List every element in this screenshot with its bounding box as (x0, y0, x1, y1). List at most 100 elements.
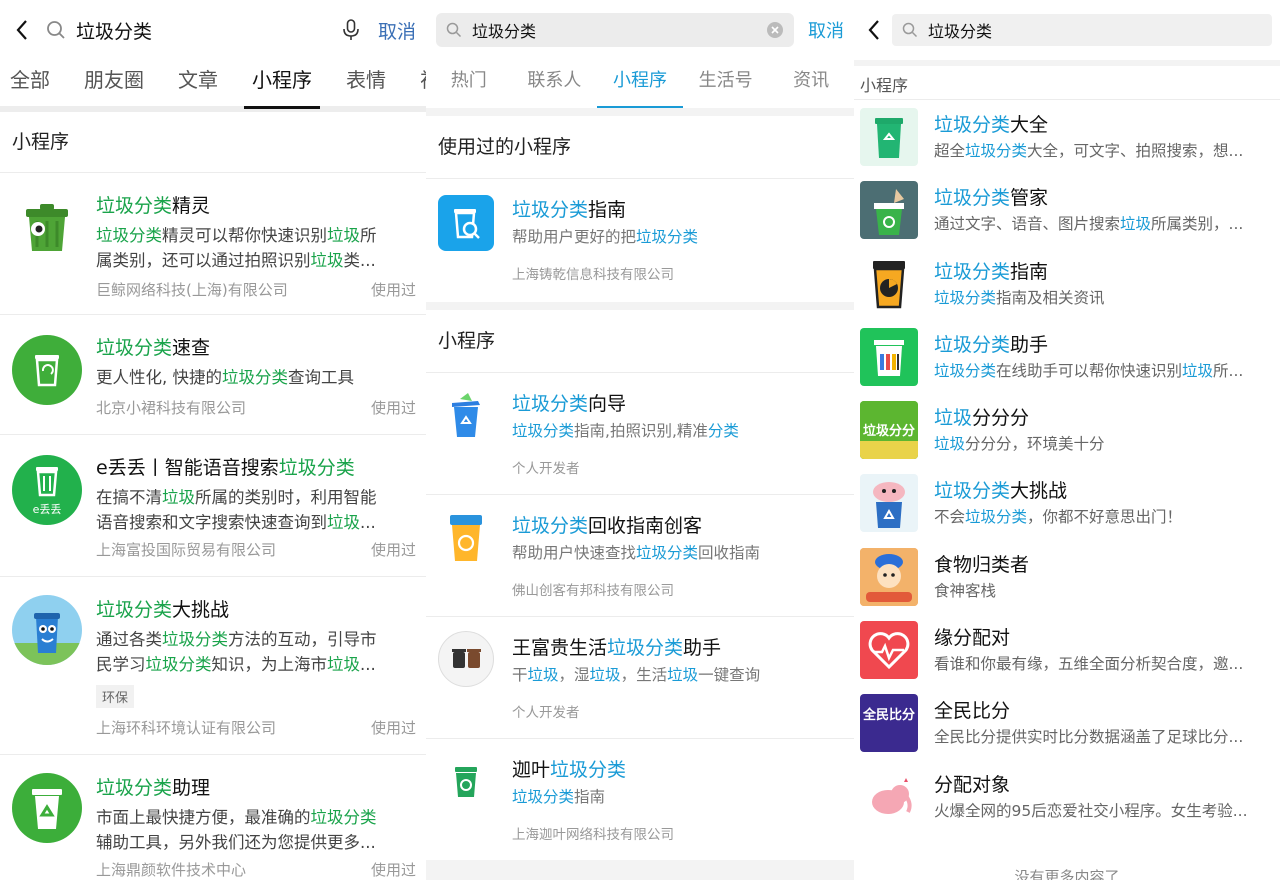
item-title: 垃圾分类管家 (934, 187, 1049, 210)
dual-bin-icon (438, 631, 494, 687)
search-query[interactable]: 垃圾分类 (76, 17, 342, 44)
list-item[interactable]: 王富贵生活垃圾分类助手 干垃圾，湿垃圾，生活垃圾一键查询 个人开发者 (426, 616, 854, 738)
tab-articles[interactable]: 文章 (178, 57, 218, 109)
search-field[interactable]: 垃圾分类 (46, 17, 360, 44)
panel-other-search: 垃圾分类 小程序 垃圾分类大全 超全垃圾分类大全，可文字、拍照搜索，想... 垃… (854, 0, 1280, 880)
item-company: 上海铸乾信息科技有限公司 (512, 267, 674, 283)
item-title: 垃圾分类回收指南创客 (512, 515, 703, 537)
svg-text:e丢丢: e丢丢 (33, 503, 62, 516)
search-field[interactable]: 垃圾分类 (436, 13, 794, 47)
item-description: 垃圾分类在线助手可以帮你快速识别垃圾所... (934, 361, 1244, 380)
tab-mini-programs[interactable]: 小程序 (597, 60, 683, 108)
trash-bin-icon (12, 335, 82, 405)
item-title: 垃圾分类速查 (96, 337, 211, 359)
microphone-icon[interactable] (342, 19, 360, 41)
category-tag: 环保 (96, 685, 135, 708)
section-title: 小程序 (438, 330, 496, 352)
list-item[interactable]: 垃圾分类向导 垃圾分类指南,拍照识别,精准分类 个人开发者 (426, 372, 854, 494)
tab-contacts[interactable]: 联系人 (512, 60, 598, 108)
item-description: 全民比分提供实时比分数据涵盖了足球比分... (934, 728, 1244, 747)
item-title: 垃圾分类指南 (512, 199, 627, 221)
back-arrow-icon[interactable] (862, 18, 886, 42)
item-company: 上海富投国际贸易有限公司 (96, 541, 277, 559)
list-item[interactable]: 垃圾分类大挑战 通过各类垃圾分类方法的互动，引导市 民学习垃圾分类知识，为上海市… (0, 576, 426, 754)
clear-icon[interactable] (766, 21, 784, 39)
list-item[interactable]: 垃圾分类大全 超全垃圾分类大全，可文字、拍照搜索，想... (854, 100, 1280, 173)
list-item[interactable]: 垃圾分类精灵 垃圾分类精灵可以帮你快速识别垃圾所 属类别，还可以通过拍照识别垃圾… (0, 172, 426, 314)
sorting-bin-icon (860, 327, 918, 386)
tab-hot[interactable]: 热门 (426, 60, 512, 108)
mascot-bin-icon (12, 595, 82, 665)
svg-text:垃圾分分: 垃圾分分 (863, 423, 915, 439)
item-description: 在搞不清垃圾所属的类别时，利用智能 语音搜索和文字搜索快速查询到垃圾... (96, 488, 377, 532)
item-description: 垃圾分类指南及相关资讯 (934, 288, 1105, 307)
pig-bin-icon (860, 474, 918, 533)
item-company: 北京小裙科技有限公司 (96, 399, 247, 417)
search-icon (902, 22, 918, 38)
item-company: 上海鼎颜软件技术中心 (96, 861, 247, 879)
section-title: 使用过的小程序 (438, 136, 572, 158)
tab-mini-programs[interactable]: 小程序 (244, 57, 320, 109)
list-item[interactable]: 垃圾分类助手 垃圾分类在线助手可以帮你快速识别垃圾所... (854, 320, 1280, 393)
item-title: 垃圾分类精灵 (96, 195, 211, 217)
guide-icon (438, 195, 494, 251)
item-description: 垃圾分类精灵可以帮你快速识别垃圾所 属类别，还可以通过拍照识别垃圾类... (96, 226, 377, 270)
item-title: 垃圾分分分 (934, 407, 1030, 430)
list-item[interactable]: 垃圾分类大挑战 不会垃圾分类，你都不好意思出门！ (854, 466, 1280, 539)
recycle-bin-icon (12, 773, 82, 843)
list-item[interactable]: 垃圾分类指南 帮助用户更好的把垃圾分类 上海铸乾信息科技有限公司 (426, 178, 854, 302)
item-description: 垃圾分类指南,拍照识别,精准分类 (512, 422, 739, 440)
no-more-content: 没有更多内容了 (1014, 868, 1120, 880)
list-item[interactable]: 分配对象 火爆全网的95后恋爱社交小程序。女生考验... (854, 760, 1280, 833)
list-item[interactable]: 全民比分 全民比分 全民比分提供实时比分数据涵盖了足球比分... (854, 686, 1280, 759)
tab-moments[interactable]: 朋友圈 (84, 57, 144, 109)
item-title: 全民比分 (934, 700, 1011, 723)
list-item[interactable]: 缘分配对 看谁和你最有缘，五维全面分析契合度，邀... (854, 613, 1280, 686)
item-title: 缘分配对 (934, 627, 1011, 650)
trash-bin-icon (438, 753, 494, 809)
search-field[interactable]: 垃圾分类 (892, 14, 1272, 46)
item-company: 上海环科环境认证有限公司 (96, 719, 277, 737)
search-icon (47, 21, 65, 39)
chef-character-icon (860, 547, 918, 606)
item-title: e丢丢丨智能语音搜索垃圾分类 (96, 457, 355, 479)
back-arrow-icon[interactable] (10, 18, 34, 42)
list-item[interactable]: 垃圾分类助理 市面上最快捷方便，最准确的垃圾分类 辅助工具，另外我们还为您提供更… (0, 754, 426, 880)
trash-bin-icon (12, 191, 82, 261)
item-company: 个人开发者 (512, 705, 580, 721)
item-title: 垃圾分类大挑战 (934, 480, 1068, 503)
item-company: 佛山创客有邦科技有限公司 (512, 583, 674, 599)
recycle-bin-icon (438, 509, 494, 565)
used-section: 使用过的小程序 垃圾分类指南 帮助用户更好的把垃圾分类 上海铸乾信息科技有限公司 (426, 116, 854, 302)
trash-bin-icon (438, 387, 494, 443)
list-item[interactable]: 垃圾分类速查 更人性化, 快捷的垃圾分类查询工具 北京小裙科技有限公司 使用过 (0, 314, 426, 434)
game-logo-icon: 垃圾分分 (860, 401, 918, 460)
list-item[interactable]: 食物归类者 食神客栈 (854, 540, 1280, 613)
cancel-button[interactable]: 取消 (378, 17, 416, 44)
list-item[interactable]: 垃圾分分 垃圾分分分 垃圾分分分，环境美十分 (854, 393, 1280, 466)
list-item[interactable]: 迦叶垃圾分类 垃圾分类指南 上海迦叶网络科技有限公司 (426, 738, 854, 860)
list-item[interactable]: 垃圾分类指南 垃圾分类指南及相关资讯 (854, 247, 1280, 320)
tab-all[interactable]: 全部 (10, 57, 50, 109)
list-item[interactable]: 垃圾分类回收指南创客 帮助用户快速查找垃圾分类回收指南 佛山创客有邦科技有限公司 (426, 494, 854, 616)
tab-news[interactable]: 资讯 (768, 60, 854, 108)
item-description: 帮助用户更好的把垃圾分类 (512, 228, 699, 246)
elephant-icon (860, 767, 918, 826)
search-icon (446, 22, 462, 38)
item-description: 超全垃圾分类大全，可文字、拍照搜索，想... (934, 142, 1244, 160)
heart-icon (860, 621, 918, 680)
bin-manager-icon (860, 181, 918, 240)
search-query[interactable]: 垃圾分类 (472, 18, 766, 42)
score-app-icon: 全民比分 (860, 694, 918, 753)
list-item[interactable]: e丢丢 e丢丢丨智能语音搜索垃圾分类 在搞不清垃圾所属的类别时，利用智能 语音搜… (0, 434, 426, 576)
item-description: 干垃圾，湿垃圾，生活垃圾一键查询 (512, 666, 761, 684)
item-description: 市面上最快捷方便，最准确的垃圾分类 辅助工具，另外我们还为您提供更多... (96, 808, 377, 852)
search-query[interactable]: 垃圾分类 (928, 18, 992, 42)
used-label: 使用过 (370, 281, 416, 299)
list-item[interactable]: 垃圾分类管家 通过文字、语音、图片搜索垃圾所属类别，... (854, 173, 1280, 246)
tab-stickers[interactable]: 表情 (346, 57, 386, 109)
cancel-button[interactable]: 取消 (808, 17, 844, 43)
item-description: 火爆全网的95后恋爱社交小程序。女生考验... (934, 801, 1248, 820)
tab-life-accounts[interactable]: 生活号 (683, 60, 769, 108)
section-title: 小程序 (854, 60, 1280, 100)
